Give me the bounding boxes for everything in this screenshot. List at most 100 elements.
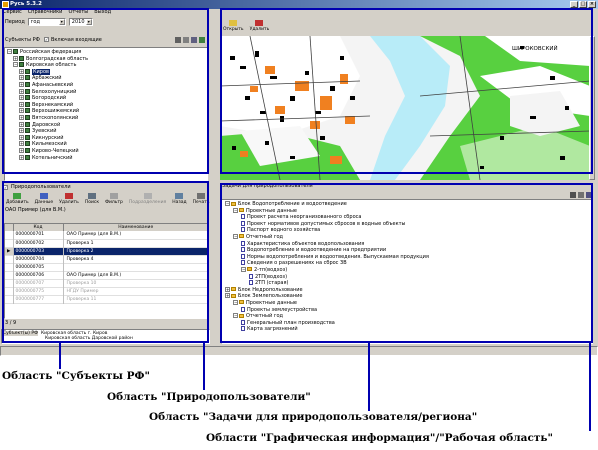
period-year-select[interactable]: 2010 ▾ xyxy=(68,17,93,26)
tree-item[interactable]: + Вятскополянский xyxy=(7,114,205,122)
tree-item[interactable]: + Верхошижемский xyxy=(7,108,205,115)
region-icon xyxy=(25,128,30,134)
task-label: Водопотребление и водоотведение на предп… xyxy=(247,247,387,254)
task-item[interactable]: Проект расчета неорганизованного сброса xyxy=(225,214,589,221)
table-row[interactable]: 0000000705 xyxy=(5,263,208,271)
grid-icon[interactable] xyxy=(175,36,181,43)
table-row[interactable]: 0000000775 НГДУ Пример xyxy=(5,287,208,295)
expand-toggle-icon[interactable]: − xyxy=(233,313,238,319)
task-item[interactable]: 2ТП(водхоз) xyxy=(225,273,589,281)
task-folder[interactable]: − Блок Водопотребление и водоотведение xyxy=(225,201,589,208)
table-row[interactable]: ▶ 0000000703 Проверка 2 xyxy=(5,247,208,255)
row-marker xyxy=(5,255,14,263)
task-label: 2-тп(водхоз) xyxy=(254,266,288,273)
table-row[interactable]: 0000000706 ОАО Пример (для В.М.) xyxy=(5,271,208,279)
minimize-button[interactable]: _ xyxy=(570,1,578,8)
include-children-checkbox[interactable]: ✓ xyxy=(43,37,49,42)
menu-reports[interactable]: Отчеты xyxy=(68,9,88,16)
menu-directories[interactable]: Справочники xyxy=(28,9,63,16)
cell-name: Проверка 10 xyxy=(66,280,97,286)
data-button[interactable]: Данные xyxy=(32,192,56,205)
expand-toggle-icon[interactable]: − xyxy=(233,233,238,239)
task-item[interactable]: 2ТП (старая) xyxy=(225,280,589,287)
task-folder[interactable]: − Отчетный год xyxy=(225,313,589,320)
period-type-select[interactable]: год ▾ xyxy=(27,17,66,26)
tree-item[interactable]: + Зуевский xyxy=(7,128,205,135)
document-icon xyxy=(241,214,245,220)
tree-item[interactable]: + Кирово-Чепецкий xyxy=(7,147,205,155)
task-item[interactable]: Характеристика объектов водопользования xyxy=(225,240,589,248)
task-item[interactable]: Карта загрязнений xyxy=(225,326,589,333)
table-row[interactable]: 0000000777 Проверка 11 xyxy=(5,295,208,303)
task-folder[interactable]: + Блок Недропользование xyxy=(225,286,589,294)
expand-toggle-icon[interactable]: − xyxy=(225,201,230,206)
map-view[interactable]: ШИРОКОВСКИЙ xyxy=(220,36,590,180)
region-icon xyxy=(25,108,30,114)
delete-button[interactable]: Удалить xyxy=(56,192,82,205)
task-folder[interactable]: − Отчетный год xyxy=(225,233,589,241)
task-folder[interactable]: − 2-тп(водхоз) xyxy=(225,266,589,274)
table-row[interactable]: 0000000702 Проверка 1 xyxy=(5,239,208,247)
grid-icon[interactable] xyxy=(570,191,576,198)
back-button[interactable]: Назад xyxy=(169,192,189,205)
nature-users-checkbox[interactable]: ✓ xyxy=(3,184,8,190)
task-item[interactable]: Сведения о разрешениях на сброс ЗВ xyxy=(225,260,589,267)
close-button[interactable]: × xyxy=(588,1,596,8)
tree-item[interactable]: + Волгоградская область xyxy=(7,55,205,63)
app-icon xyxy=(2,1,9,8)
tree-item[interactable]: + Арбажский xyxy=(7,75,205,82)
task-label: Отчетный год xyxy=(246,313,283,320)
tree-item[interactable]: + Богородский xyxy=(7,95,205,102)
tree-icon[interactable] xyxy=(183,36,189,43)
maximize-button[interactable]: □ xyxy=(579,1,587,8)
menu-exit[interactable]: Выход xyxy=(94,9,111,16)
task-label: Карта загрязнений xyxy=(247,326,298,333)
task-item[interactable]: Водопотребление и водоотведение на предп… xyxy=(225,247,589,254)
task-folder[interactable]: − Проектные данные xyxy=(225,299,589,307)
departments-button[interactable]: Подразделения xyxy=(126,192,169,205)
table-row[interactable]: 0000000707 Проверка 10 xyxy=(5,279,208,287)
task-item[interactable]: Паспорт водного хозяйства xyxy=(225,227,589,234)
print-button[interactable]: Печать xyxy=(190,192,213,205)
connector-subjects xyxy=(59,343,61,369)
summary-label: Субъект(ы) РФ xyxy=(3,331,38,336)
list-icon[interactable] xyxy=(586,191,592,198)
task-folder[interactable]: − Проектные данные xyxy=(225,207,589,215)
column-code[interactable]: Код xyxy=(13,224,64,231)
expand-toggle-icon[interactable]: − xyxy=(233,299,238,305)
tree-item[interactable]: + Кильмезский xyxy=(7,141,205,148)
refresh-icon[interactable] xyxy=(199,36,205,43)
document-icon xyxy=(241,260,245,266)
task-label: Генеральный план производства xyxy=(247,319,335,326)
tree-root[interactable]: − Российская федерация xyxy=(7,49,205,56)
tree-item[interactable]: + Афанасьевский xyxy=(7,81,205,89)
menu-service[interactable]: Сервис xyxy=(3,9,22,16)
list-icon[interactable] xyxy=(191,36,197,43)
expand-toggle-icon[interactable]: − xyxy=(233,207,238,213)
column-name[interactable]: Наименование xyxy=(63,224,208,231)
expand-toggle-icon[interactable]: − xyxy=(241,266,246,272)
filter-button[interactable]: Фильтр xyxy=(102,192,126,205)
tree-icon[interactable] xyxy=(578,191,584,198)
remove-button[interactable]: Удалить xyxy=(247,19,273,32)
add-button[interactable]: Добавить xyxy=(3,192,32,205)
map-scrollbar[interactable] xyxy=(589,36,595,180)
map-label: ШИРОКОВСКИЙ xyxy=(512,45,558,52)
tree-item[interactable]: − Кировская область xyxy=(7,62,205,69)
row-pointer-icon: ▶ xyxy=(5,247,14,255)
search-button[interactable]: Поиск xyxy=(82,192,102,205)
task-folder[interactable]: + Блок Землепользование xyxy=(225,293,589,300)
region-icon xyxy=(25,75,30,81)
search-icon xyxy=(87,192,96,199)
expand-toggle-icon[interactable]: + xyxy=(225,286,230,292)
tree-item[interactable]: + Котельничский xyxy=(7,154,205,162)
open-button[interactable]: Открыть xyxy=(220,19,247,32)
region-icon xyxy=(25,134,30,140)
task-item[interactable]: Нормы водопотребления и водоотведения. В… xyxy=(225,253,589,261)
include-children-label: Включая входящие xyxy=(50,36,102,43)
cell-code: 0000000775 xyxy=(13,287,64,295)
table-row[interactable]: 0000000704 Проверка 4 xyxy=(5,255,208,263)
region-icon xyxy=(25,95,30,101)
expand-toggle-icon[interactable]: + xyxy=(225,293,230,299)
table-row[interactable]: 0000000701 ОАО Пример (для В.М.) xyxy=(5,231,208,239)
